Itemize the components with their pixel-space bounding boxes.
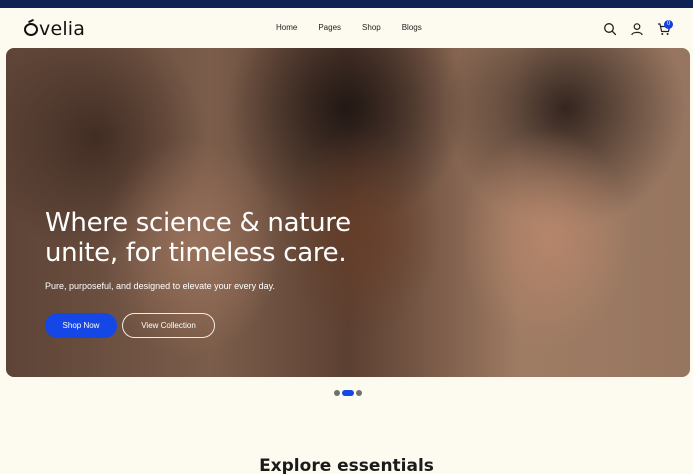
search-icon[interactable] (603, 22, 617, 36)
nav-item-blogs[interactable]: Blogs (402, 23, 422, 33)
site-header: velia Home Pages Shop Blogs 0 (0, 8, 693, 48)
cart-count-badge: 0 (664, 20, 673, 29)
nav-item-pages[interactable]: Pages (318, 23, 341, 33)
user-icon[interactable] (630, 22, 644, 36)
main-nav: Home Pages Shop Blogs (276, 23, 443, 33)
nav-item-shop[interactable]: Shop (362, 23, 381, 33)
carousel-dot-3[interactable] (356, 390, 362, 396)
logo-o-mark (24, 23, 38, 36)
hero-banner: Where science & nature unite, for timele… (6, 48, 690, 377)
nav-item-home[interactable]: Home (276, 23, 297, 33)
carousel-dot-1[interactable] (334, 390, 340, 396)
section-title: Explore essentials (259, 456, 434, 474)
announcement-bar (0, 0, 693, 8)
view-collection-button[interactable]: View Collection (122, 313, 215, 338)
logo-text: velia (39, 18, 86, 40)
logo[interactable]: velia (24, 18, 85, 40)
hero-subtitle: Pure, purposeful, and designed to elevat… (45, 281, 275, 291)
shop-now-button[interactable]: Shop Now (45, 313, 117, 338)
hero-title: Where science & nature unite, for timele… (45, 208, 351, 268)
carousel-dot-2-active[interactable] (342, 390, 354, 396)
